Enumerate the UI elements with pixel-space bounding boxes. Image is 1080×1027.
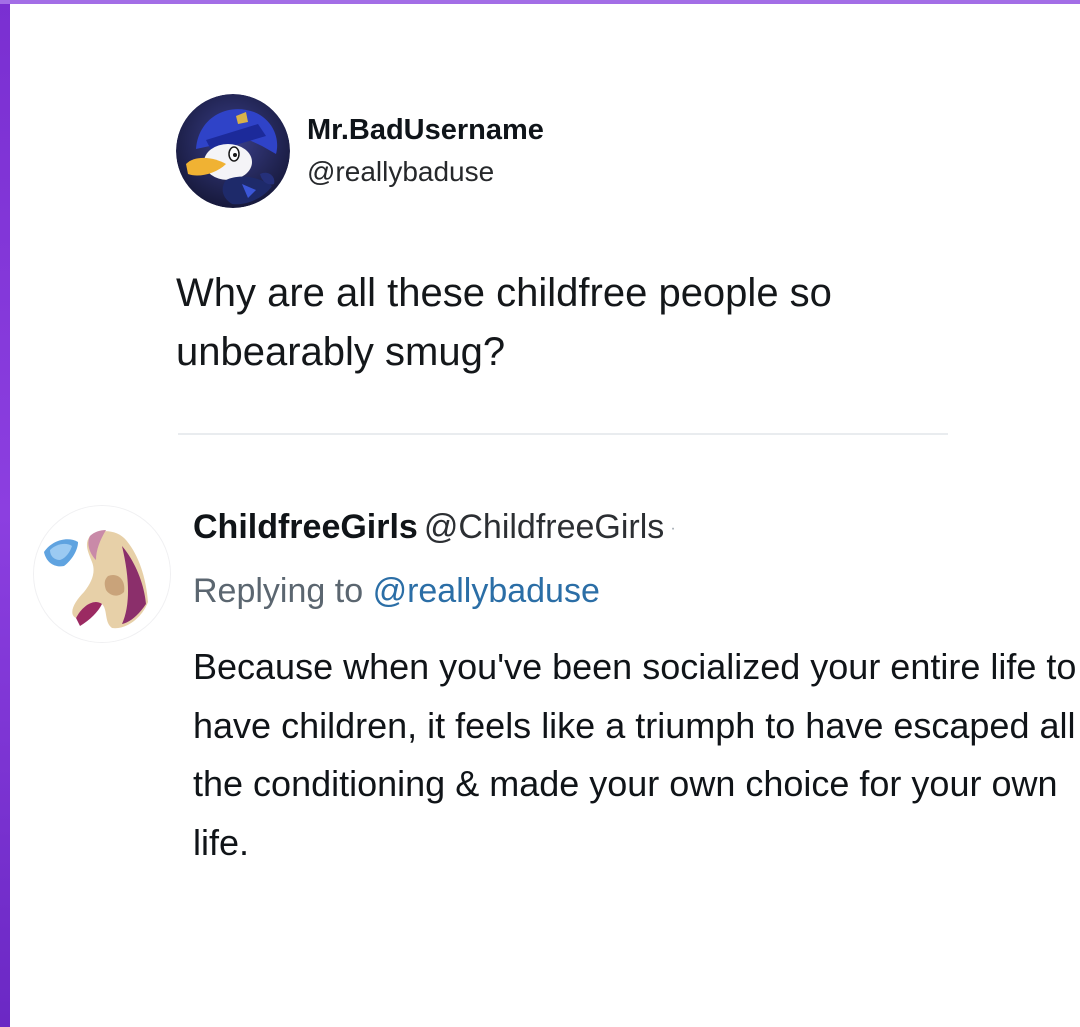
- divider: [178, 433, 948, 435]
- reply-display-name[interactable]: ChildfreeGirls: [193, 508, 418, 546]
- purple-frame-edge: [0, 0, 10, 1027]
- user-display-name[interactable]: Mr.BadUsername: [307, 114, 544, 146]
- reply-handle[interactable]: @ChildfreeGirls: [424, 508, 664, 546]
- reply-header: ChildfreeGirls @ChildfreeGirls ·: [193, 506, 676, 550]
- user-handle[interactable]: @reallybaduse: [307, 156, 494, 188]
- replying-to-label: Replying to: [193, 572, 364, 610]
- reply-avatar[interactable]: [34, 506, 170, 642]
- replying-to-line: Replying to @reallybaduse: [193, 570, 600, 612]
- childfree-girls-avatar-icon: [34, 506, 170, 642]
- tweet-text: Why are all these childfree people so un…: [176, 271, 832, 374]
- replying-to-link[interactable]: @reallybaduse: [373, 572, 600, 610]
- user-avatar[interactable]: [176, 94, 290, 208]
- reply-text: Because when you've been socialized your…: [193, 646, 1077, 863]
- donald-duck-avatar-icon: [176, 94, 290, 208]
- reply-separator: ·: [670, 520, 676, 538]
